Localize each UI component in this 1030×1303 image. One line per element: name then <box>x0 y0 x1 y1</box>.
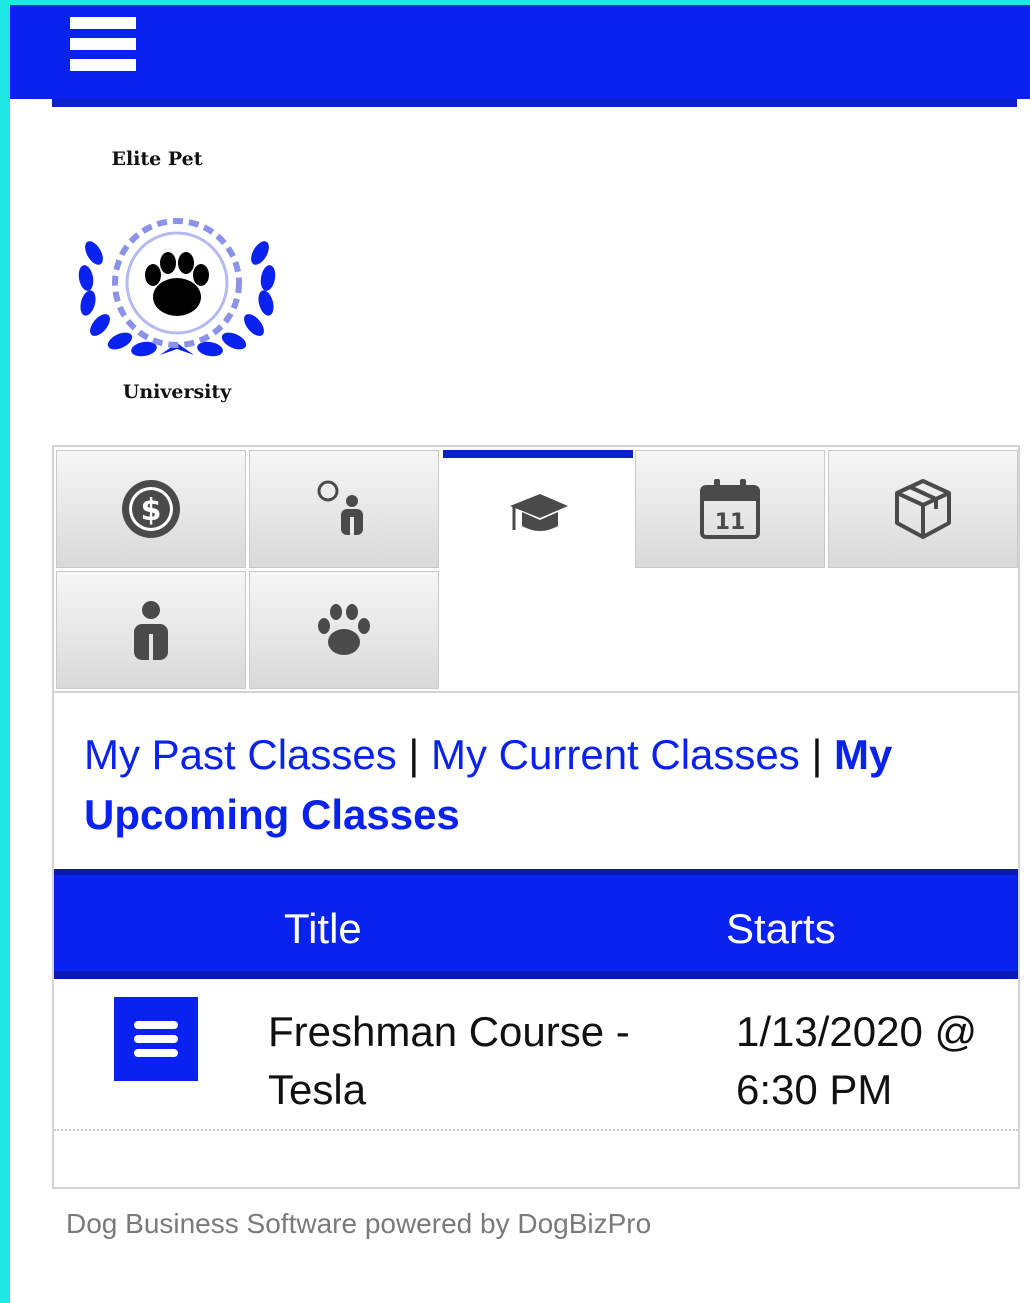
menu-line <box>134 1021 178 1029</box>
logo-bottom-text: University <box>122 381 232 403</box>
column-header-starts[interactable]: Starts <box>726 905 836 953</box>
calendar-day: 11 <box>715 510 746 535</box>
link-separator: | <box>408 731 420 778</box>
tab-profile[interactable] <box>56 571 246 689</box>
hamburger-line <box>70 17 136 29</box>
person-icon <box>134 601 168 660</box>
left-border-strip <box>0 0 10 1303</box>
classes-table-header: Title Starts <box>54 869 1018 979</box>
row-actions-menu-button[interactable] <box>114 997 198 1081</box>
tab-contacts[interactable] <box>249 450 439 568</box>
class-title-cell: Freshman Course - Tesla <box>268 1008 630 1113</box>
logo-top-text: Elite Pet <box>111 148 203 170</box>
calendar-icon: 11 <box>700 479 760 539</box>
past-classes-link[interactable]: My Past Classes <box>84 731 397 778</box>
paw-crest-icon <box>78 218 276 357</box>
tabs-divider <box>54 691 1018 693</box>
business-logo: Elite Pet University <box>72 145 282 410</box>
paw-print-icon <box>318 604 370 655</box>
tab-classes[interactable] <box>443 450 633 568</box>
client-portal-panel: $ 11 My Past Classes | My Current Classe… <box>52 445 1020 1189</box>
tab-calendar[interactable]: 11 <box>635 450 825 568</box>
hamburger-line <box>70 38 136 50</box>
table-row: Freshman Course - Tesla 1/13/2020 @ 6:30… <box>54 979 1018 1131</box>
package-box-icon <box>895 479 951 539</box>
top-nav-bar <box>10 5 1030 99</box>
svg-text:$: $ <box>141 493 162 528</box>
tab-pets[interactable] <box>249 571 439 689</box>
dollar-coin-icon: $ <box>122 480 180 538</box>
link-separator: | <box>811 731 823 778</box>
current-classes-link[interactable]: My Current Classes <box>431 731 800 778</box>
column-header-title[interactable]: Title <box>284 905 362 953</box>
menu-line <box>134 1049 178 1057</box>
footer-text: Dog Business Software powered by DogBizP… <box>66 1208 652 1239</box>
class-filter-links: My Past Classes | My Current Classes | M… <box>84 725 984 845</box>
person-search-icon <box>317 480 363 535</box>
main-menu-button[interactable] <box>70 17 136 79</box>
menu-line <box>134 1035 178 1043</box>
top-nav-underline <box>52 99 1017 107</box>
graduation-cap-icon <box>510 494 568 531</box>
tab-billing[interactable]: $ <box>56 450 246 568</box>
tab-packages[interactable] <box>828 450 1018 568</box>
class-start-cell: 1/13/2020 @ 6:30 PM <box>736 1008 978 1113</box>
hamburger-line <box>70 59 136 71</box>
